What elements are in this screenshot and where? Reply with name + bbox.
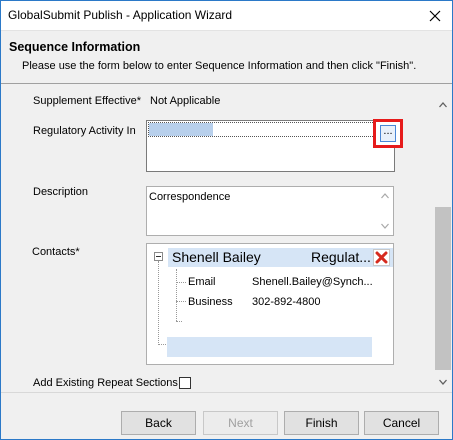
chevron-up-icon[interactable] [439,101,447,109]
contacts-list: Shenell Bailey Regulat... Email Shenell.… [146,243,394,365]
window-title: GlobalSubmit Publish - Application Wizar… [8,8,233,22]
regulatory-activity-label: Regulatory Activity In [33,125,136,137]
add-contact-row[interactable] [167,337,372,357]
contact-card-header[interactable]: Shenell Bailey Regulat... [168,248,393,267]
tree-line [176,269,177,321]
tree-line [176,301,186,302]
description-scrollbar[interactable] [377,187,393,235]
page-title: Sequence Information [9,40,141,54]
regulatory-activity-field[interactable] [146,120,395,172]
back-button[interactable]: Back [121,411,196,435]
contact-email-label: Email [188,276,216,288]
application-wizard-window: GlobalSubmit Publish - Application Wizar… [0,0,453,440]
contact-business-label: Business [188,296,233,308]
contact-email-value: Shenell.Bailey@Synch... [252,276,373,288]
chevron-up-icon[interactable] [381,192,389,200]
regulatory-activity-selection[interactable] [148,122,375,137]
collapse-minus-icon[interactable] [154,252,163,261]
repeat-sections-label: Add Existing Repeat Sections [33,377,178,389]
delete-contact-button[interactable] [373,249,390,266]
browse-ellipsis-button[interactable]: ... [380,125,396,142]
chevron-down-icon[interactable] [439,378,447,386]
contact-role: Regulat... [311,249,371,265]
highlight-box: ... [373,119,403,148]
wizard-header: Sequence Information Please use the form… [1,30,452,84]
description-text: Correspondence [149,191,231,203]
title-bar: GlobalSubmit Publish - Application Wizar… [1,1,452,30]
repeat-sections-checkbox[interactable] [179,377,191,389]
supplement-effective-label: Supplement Effective* [33,95,142,107]
contact-business-value: 302-892-4800 [252,296,321,308]
wizard-footer: Back Next Finish Cancel [1,392,452,439]
form-scrollbar[interactable] [434,85,452,392]
chevron-down-icon[interactable] [381,222,389,230]
next-button[interactable]: Next [203,411,278,435]
finish-button[interactable]: Finish [284,411,359,435]
page-description: Please use the form below to enter Seque… [22,60,417,72]
contact-name: Shenell Bailey [172,249,261,265]
selection-highlight [149,123,213,136]
scrollbar-thumb[interactable] [435,207,451,370]
close-icon [429,10,441,21]
form-scroll-area: Supplement Effective* Not Applicable Reg… [1,85,434,392]
red-x-delete-icon [375,251,388,264]
contacts-label: Contacts* [32,246,80,258]
close-button[interactable] [418,1,452,30]
tree-line [176,282,186,283]
description-label: Description [33,186,89,198]
tree-line [158,261,159,345]
supplement-effective-value: Not Applicable [150,95,221,107]
cancel-button[interactable]: Cancel [364,411,439,435]
tree-line [176,321,182,322]
description-textarea[interactable]: Correspondence [146,186,394,236]
